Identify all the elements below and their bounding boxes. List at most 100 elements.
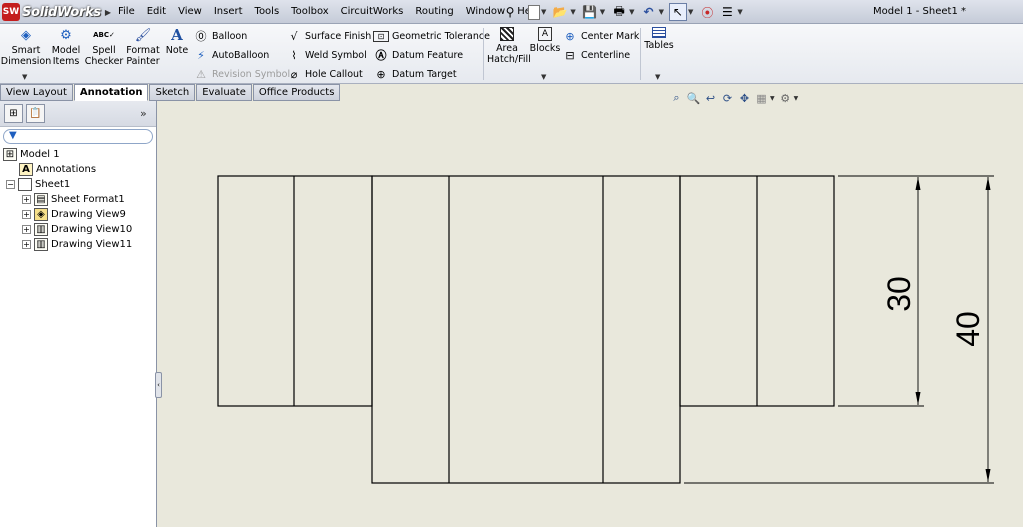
tab-view-layout[interactable]: View Layout xyxy=(0,84,73,101)
datum-feature-button[interactable]: Ⓐ Datum Feature xyxy=(373,48,464,62)
sw-logo-icon: SW xyxy=(2,3,20,21)
expand-toggle-icon[interactable]: + xyxy=(22,225,31,234)
tree-filter-input[interactable]: ▼ xyxy=(3,129,153,144)
tree-item-drawing-view11[interactable]: + ▥ Drawing View11 xyxy=(22,237,132,252)
dimension-40-text[interactable]: 40 xyxy=(950,311,986,347)
tree-item-model[interactable]: ⊞ Model 1 xyxy=(3,147,60,162)
tables-dropdown-icon[interactable]: ▼ xyxy=(655,73,660,81)
smart-dimension-icon: ◈ xyxy=(21,27,31,43)
select-pointer-icon[interactable]: ↖ xyxy=(668,3,687,21)
rebuild-view-icon[interactable]: ⟳ xyxy=(719,90,736,106)
area-hatch-fill-label: Area Hatch/Fill xyxy=(487,43,531,65)
pin-icon[interactable]: ⚲ xyxy=(501,3,519,21)
centerline-button[interactable]: ⊟ Centerline xyxy=(562,48,630,62)
datum-feature-label: Datum Feature xyxy=(392,49,464,61)
area-hatch-fill-button[interactable]: Area Hatch/Fill xyxy=(487,27,531,65)
display-style-icon[interactable]: ▦ xyxy=(753,90,770,106)
new-document-icon[interactable] xyxy=(528,4,540,20)
tables-label: Tables xyxy=(644,40,674,51)
undo-icon[interactable]: ↶ xyxy=(640,3,658,21)
tab-annotation[interactable]: Annotation xyxy=(73,84,149,101)
spell-checker-button[interactable]: ABC✓ Spell Checker xyxy=(85,27,124,68)
menu-tools[interactable]: Tools xyxy=(249,5,286,19)
menu-toolbox[interactable]: Toolbox xyxy=(285,5,335,19)
autoballoon-button[interactable]: ⚡ AutoBalloon xyxy=(193,48,269,62)
hole-callout-button[interactable]: ⌀ Hole Callout xyxy=(286,67,363,81)
undo-dropdown-icon[interactable]: ▼ xyxy=(659,8,664,16)
smart-dimension-dropdown-icon[interactable]: ▼ xyxy=(22,73,27,81)
table-icon xyxy=(652,27,666,38)
center-mark-button[interactable]: ⊕ Center Mark xyxy=(562,29,639,43)
open-folder-icon[interactable]: 📂 xyxy=(551,3,569,21)
print-dropdown-icon[interactable]: ▼ xyxy=(629,8,634,16)
menu-file[interactable]: File xyxy=(112,5,141,19)
geometric-tolerance-button[interactable]: ⊡ Geometric Tolerance xyxy=(373,29,490,43)
balloon-label: Balloon xyxy=(212,30,248,42)
menu-insert[interactable]: Insert xyxy=(208,5,249,19)
dimension-40[interactable] xyxy=(684,175,994,484)
menu-edit[interactable]: Edit xyxy=(141,5,172,19)
view-settings-dropdown-icon[interactable]: ▼ xyxy=(794,95,799,102)
blocks-dropdown-icon[interactable]: ▼ xyxy=(541,73,546,81)
datum-feature-icon: Ⓐ xyxy=(375,49,387,62)
datum-target-button[interactable]: ⊕ Datum Target xyxy=(373,67,456,81)
autoballoon-label: AutoBalloon xyxy=(212,49,270,61)
tree-item-drawing-view9[interactable]: + ◈ Drawing View9 xyxy=(22,207,126,222)
pan-icon[interactable]: ✥ xyxy=(736,90,753,106)
save-dropdown-icon[interactable]: ▼ xyxy=(600,8,605,16)
menu-circuitworks[interactable]: CircuitWorks xyxy=(335,5,410,19)
panel-splitter-handle[interactable]: ‹ xyxy=(155,372,162,398)
select-dropdown-icon[interactable]: ▼ xyxy=(688,8,693,16)
tab-office-products[interactable]: Office Products xyxy=(252,84,341,101)
rebuild-traffic-light-icon[interactable]: ⦿ xyxy=(698,3,716,21)
menu-routing[interactable]: Routing xyxy=(409,5,459,19)
model-items-button[interactable]: ⚙ Model Items xyxy=(51,27,81,68)
tab-sketch[interactable]: Sketch xyxy=(149,84,196,101)
tree-item-sheet-format[interactable]: + ▤ Sheet Format1 xyxy=(22,192,125,207)
center-block-outline[interactable] xyxy=(371,175,681,484)
surface-finish-icon: √ xyxy=(290,29,298,43)
revision-symbol-button[interactable]: ⚠ Revision Symbol xyxy=(193,67,290,81)
save-icon[interactable]: 💾 xyxy=(581,3,599,21)
centerline-label: Centerline xyxy=(581,49,631,61)
note-button[interactable]: A Note xyxy=(165,27,189,56)
tree-item-label: Annotations xyxy=(36,164,97,175)
solidworks-logo[interactable]: SW SolidWorks ▶ xyxy=(2,3,111,21)
property-manager-tab-icon[interactable]: 📋 xyxy=(26,104,45,123)
graphics-area[interactable]: 30 40 xyxy=(157,84,1023,527)
options-dropdown-icon[interactable]: ▼ xyxy=(737,8,742,16)
collapse-toggle-icon[interactable]: − xyxy=(6,180,15,189)
balloon-button[interactable]: ⓪ Balloon xyxy=(193,29,248,43)
tree-item-sheet[interactable]: − Sheet1 xyxy=(6,177,70,192)
weld-symbol-button[interactable]: ⌇ Weld Symbol xyxy=(286,48,366,62)
open-dropdown-icon[interactable]: ▼ xyxy=(570,8,575,16)
menu-view[interactable]: View xyxy=(172,5,208,19)
print-icon[interactable]: 🖶 xyxy=(610,3,628,21)
logo-dropdown-icon[interactable]: ▶ xyxy=(105,8,111,17)
options-list-icon[interactable]: ☰ xyxy=(718,3,736,21)
tab-evaluate[interactable]: Evaluate xyxy=(196,84,252,101)
smart-dimension-button[interactable]: ◈ Smart Dimension xyxy=(1,27,52,68)
feature-manager-tab-icon[interactable]: ⊞ xyxy=(4,104,23,123)
format-painter-button[interactable]: 🖌 Format Painter xyxy=(126,27,160,68)
collapse-panel-icon[interactable]: » xyxy=(140,107,147,120)
zoom-to-area-icon[interactable]: 🔍 xyxy=(685,90,702,106)
tables-button[interactable]: Tables xyxy=(643,27,675,51)
tree-item-annotations[interactable]: A Annotations xyxy=(19,162,96,177)
zoom-to-fit-icon[interactable]: ⌕ xyxy=(668,90,685,106)
heads-up-view-toolbar: ⌕ 🔍 ↩ ⟳ ✥ ▦ ▼ ⚙ ▼ xyxy=(668,90,800,106)
surface-finish-label: Surface Finish xyxy=(305,30,372,42)
blocks-button[interactable]: A Blocks xyxy=(530,27,560,54)
display-style-dropdown-icon[interactable]: ▼ xyxy=(770,95,775,102)
tree-item-drawing-view10[interactable]: + ▥ Drawing View10 xyxy=(22,222,132,237)
expand-toggle-icon[interactable]: + xyxy=(22,210,31,219)
hole-callout-icon: ⌀ xyxy=(290,67,298,81)
dimension-30-text[interactable]: 30 xyxy=(881,276,917,312)
view-settings-icon[interactable]: ⚙ xyxy=(777,90,794,106)
previous-view-icon[interactable]: ↩ xyxy=(702,90,719,106)
new-dropdown-icon[interactable]: ▼ xyxy=(541,8,546,16)
expand-toggle-icon[interactable]: + xyxy=(22,240,31,249)
expand-toggle-icon[interactable]: + xyxy=(22,195,31,204)
surface-finish-button[interactable]: √ Surface Finish xyxy=(286,29,371,43)
left-block-outline[interactable] xyxy=(217,175,373,407)
